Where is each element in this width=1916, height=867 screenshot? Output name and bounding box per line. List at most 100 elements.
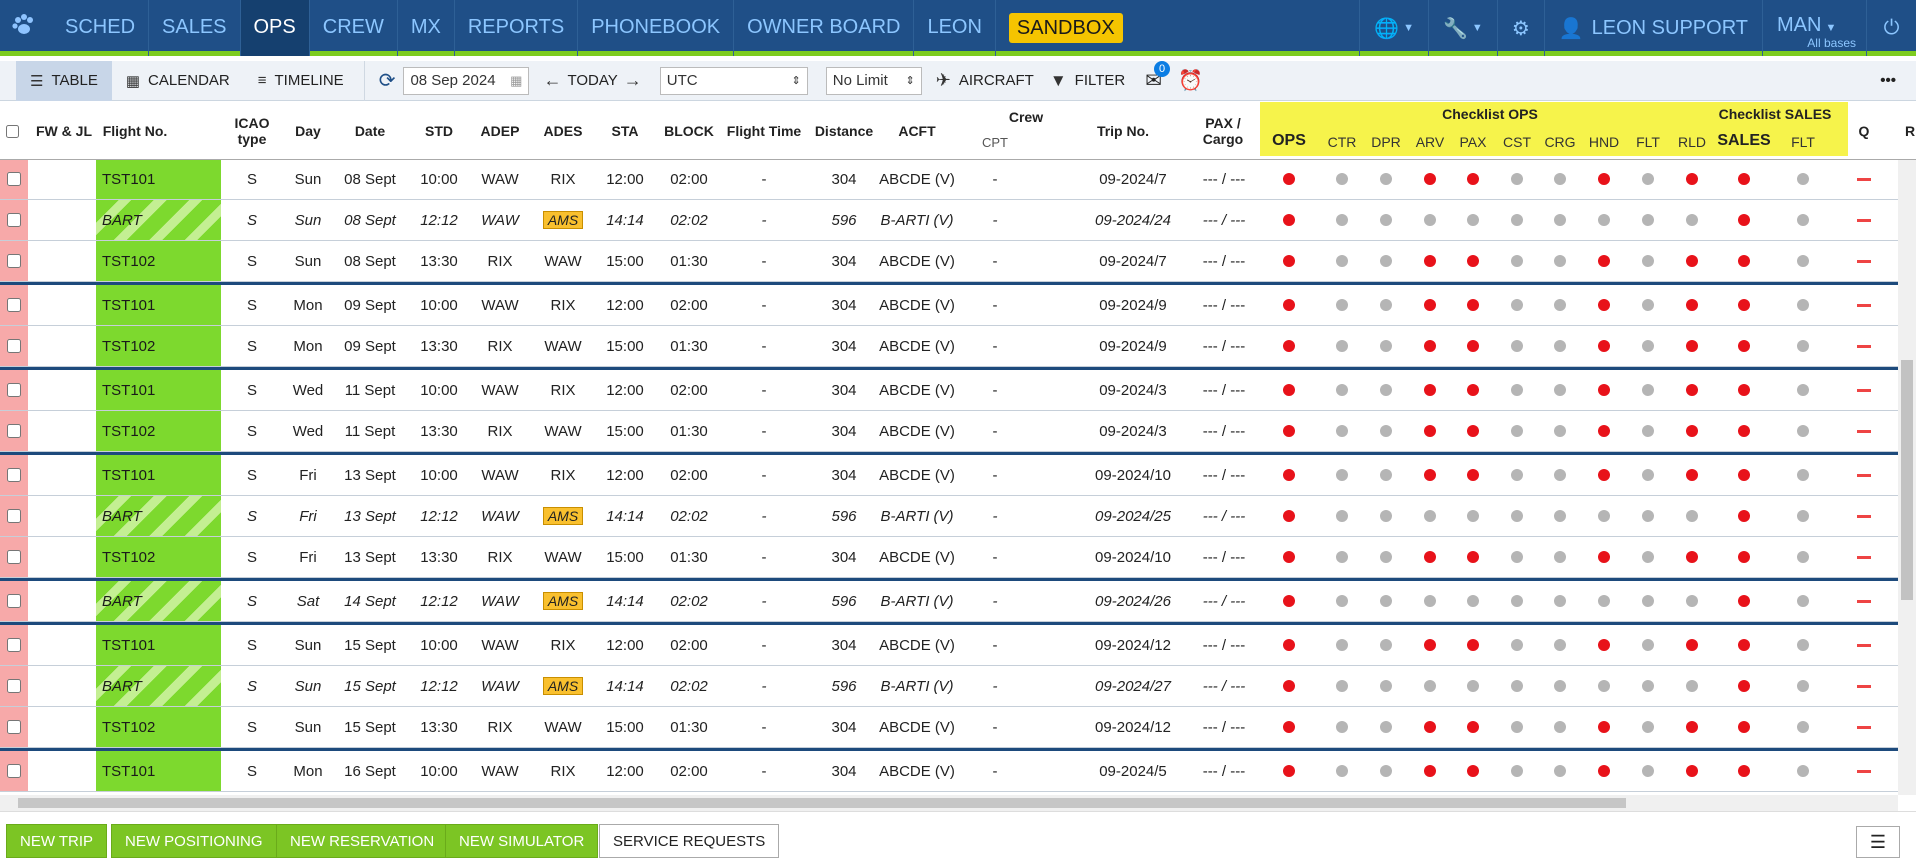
- flight-number[interactable]: TST102: [96, 241, 221, 281]
- checklist-status-cell[interactable]: [1270, 496, 1308, 536]
- checklist-status-cell[interactable]: [1783, 241, 1823, 281]
- col-distance[interactable]: Distance: [806, 102, 882, 160]
- service-requests-button[interactable]: SERVICE REQUESTS: [599, 824, 780, 858]
- checklist-status-cell[interactable]: [1410, 241, 1450, 281]
- limit-select[interactable]: No Limit ⇕: [825, 66, 922, 95]
- col-flight-time[interactable]: Flight Time: [722, 102, 806, 160]
- checklist-status-cell[interactable]: [1453, 160, 1493, 199]
- col-ades[interactable]: ADES: [535, 102, 591, 160]
- checklist-status-cell[interactable]: [1714, 285, 1774, 325]
- checklist-status-cell[interactable]: [1783, 707, 1823, 747]
- quote-status-cell[interactable]: [1852, 370, 1876, 410]
- table-row[interactable]: TST102 S Mon 09 Sept 13:30 RIX WAW 15:00 01:30-3…: [0, 326, 1898, 367]
- checklist-status-cell[interactable]: [1366, 537, 1406, 577]
- checklist-status-cell[interactable]: [1672, 496, 1712, 536]
- checklist-status-cell[interactable]: [1628, 326, 1668, 366]
- arrow-right-icon[interactable]: →: [618, 70, 648, 91]
- cell-trip[interactable]: 09-2024/5: [1080, 751, 1186, 791]
- checklist-status-cell[interactable]: [1410, 455, 1450, 495]
- vertical-scrollbar[interactable]: [1898, 160, 1916, 795]
- table-row[interactable]: TST101 S Mon 16 Sept 10:00 WAW RIX 12:00 02:00-3…: [0, 748, 1898, 792]
- checklist-status-cell[interactable]: [1497, 411, 1537, 451]
- checklist-status-cell[interactable]: [1270, 200, 1308, 240]
- nav-item-ops[interactable]: OPS: [240, 0, 310, 56]
- date-picker[interactable]: 08 Sep 2024 ▦: [403, 66, 530, 95]
- checklist-status-cell[interactable]: [1322, 200, 1362, 240]
- filter-button[interactable]: ▼ FILTER: [1048, 61, 1139, 101]
- col-ops[interactable]: OPS: [1270, 132, 1308, 150]
- row-checkbox[interactable]: [6, 666, 22, 706]
- quote-status-cell[interactable]: [1852, 455, 1876, 495]
- checklist-status-cell[interactable]: [1783, 581, 1823, 621]
- checklist-status-cell[interactable]: [1714, 160, 1774, 199]
- nav-item-owner-board[interactable]: OWNER BOARD: [734, 0, 915, 56]
- checklist-status-cell[interactable]: [1584, 411, 1624, 451]
- checklist-status-cell[interactable]: [1714, 496, 1774, 536]
- cell-trip[interactable]: 09-2024/9: [1080, 285, 1186, 325]
- col-block[interactable]: BLOCK: [658, 102, 720, 160]
- cell-trip[interactable]: 09-2024/10: [1080, 455, 1186, 495]
- checklist-status-cell[interactable]: [1540, 285, 1580, 325]
- nav-item-reports[interactable]: REPORTS: [455, 0, 579, 56]
- row-checkbox[interactable]: [6, 370, 22, 410]
- nav-item-phonebook[interactable]: PHONEBOOK: [578, 0, 735, 56]
- checklist-status-cell[interactable]: [1584, 751, 1624, 791]
- checklist-status-cell[interactable]: [1672, 666, 1712, 706]
- cell-trip[interactable]: 09-2024/12: [1080, 707, 1186, 747]
- flight-number[interactable]: BART: [96, 666, 221, 706]
- checklist-status-cell[interactable]: [1410, 285, 1450, 325]
- checklist-status-cell[interactable]: [1270, 411, 1308, 451]
- checklist-status-cell[interactable]: [1270, 537, 1308, 577]
- row-checkbox[interactable]: [6, 537, 22, 577]
- checklist-status-cell[interactable]: [1497, 537, 1537, 577]
- checklist-status-cell[interactable]: [1366, 241, 1406, 281]
- checklist-status-cell[interactable]: [1497, 200, 1537, 240]
- hamburger-icon[interactable]: ☰: [1856, 826, 1900, 858]
- tab-timeline[interactable]: ≡ TIMELINE: [244, 61, 358, 101]
- checklist-status-cell[interactable]: [1270, 666, 1308, 706]
- cell-acft[interactable]: ABCDE (V): [870, 707, 964, 747]
- checklist-status-cell[interactable]: [1322, 411, 1362, 451]
- checklist-status-cell[interactable]: [1628, 370, 1668, 410]
- checklist-status-cell[interactable]: [1783, 666, 1823, 706]
- checklist-status-cell[interactable]: [1672, 370, 1712, 410]
- vertical-scroll-thumb[interactable]: [1901, 360, 1913, 600]
- checklist-status-cell[interactable]: [1584, 707, 1624, 747]
- settings-button[interactable]: ⚙: [1496, 0, 1544, 56]
- checklist-status-cell[interactable]: [1453, 625, 1493, 665]
- checklist-status-cell[interactable]: [1366, 370, 1406, 410]
- table-row[interactable]: BART S Fri 13 Sept 12:12 WAW AMS 14:14 02:02-596…: [0, 496, 1898, 537]
- checklist-status-cell[interactable]: [1628, 751, 1668, 791]
- horizontal-scroll-thumb[interactable]: [18, 798, 1626, 808]
- checklist-status-cell[interactable]: [1366, 666, 1406, 706]
- quote-status-cell[interactable]: [1852, 241, 1876, 281]
- checklist-status-cell[interactable]: [1628, 666, 1668, 706]
- checklist-status-cell[interactable]: [1714, 537, 1774, 577]
- checklist-status-cell[interactable]: [1584, 370, 1624, 410]
- checklist-status-cell[interactable]: [1540, 707, 1580, 747]
- flight-number[interactable]: TST102: [96, 707, 221, 747]
- checklist-status-cell[interactable]: [1540, 200, 1580, 240]
- flight-number[interactable]: TST101: [96, 160, 221, 199]
- checklist-status-cell[interactable]: [1366, 326, 1406, 366]
- checklist-status-cell[interactable]: [1584, 625, 1624, 665]
- cell-trip[interactable]: 09-2024/7: [1080, 160, 1186, 199]
- checklist-status-cell[interactable]: [1628, 537, 1668, 577]
- checklist-status-cell[interactable]: [1628, 707, 1668, 747]
- checklist-status-cell[interactable]: [1540, 666, 1580, 706]
- checklist-status-cell[interactable]: [1672, 625, 1712, 665]
- row-checkbox[interactable]: [6, 285, 22, 325]
- table-row[interactable]: TST102 S Fri 13 Sept 13:30 RIX WAW 15:00 01:30-3…: [0, 537, 1898, 578]
- checklist-status-cell[interactable]: [1453, 537, 1493, 577]
- checklist-status-cell[interactable]: [1322, 625, 1362, 665]
- alarm-button[interactable]: ⏰: [1168, 61, 1213, 101]
- checklist-status-cell[interactable]: [1270, 707, 1308, 747]
- checklist-status-cell[interactable]: [1453, 496, 1493, 536]
- checklist-status-cell[interactable]: [1628, 160, 1668, 199]
- nav-item-leon[interactable]: LEON: [914, 0, 996, 56]
- more-button[interactable]: •••: [1866, 61, 1910, 101]
- col-adep[interactable]: ADEP: [472, 102, 528, 160]
- arrow-left-icon[interactable]: ←: [537, 70, 567, 91]
- checklist-status-cell[interactable]: [1714, 625, 1774, 665]
- checklist-status-cell[interactable]: [1497, 285, 1537, 325]
